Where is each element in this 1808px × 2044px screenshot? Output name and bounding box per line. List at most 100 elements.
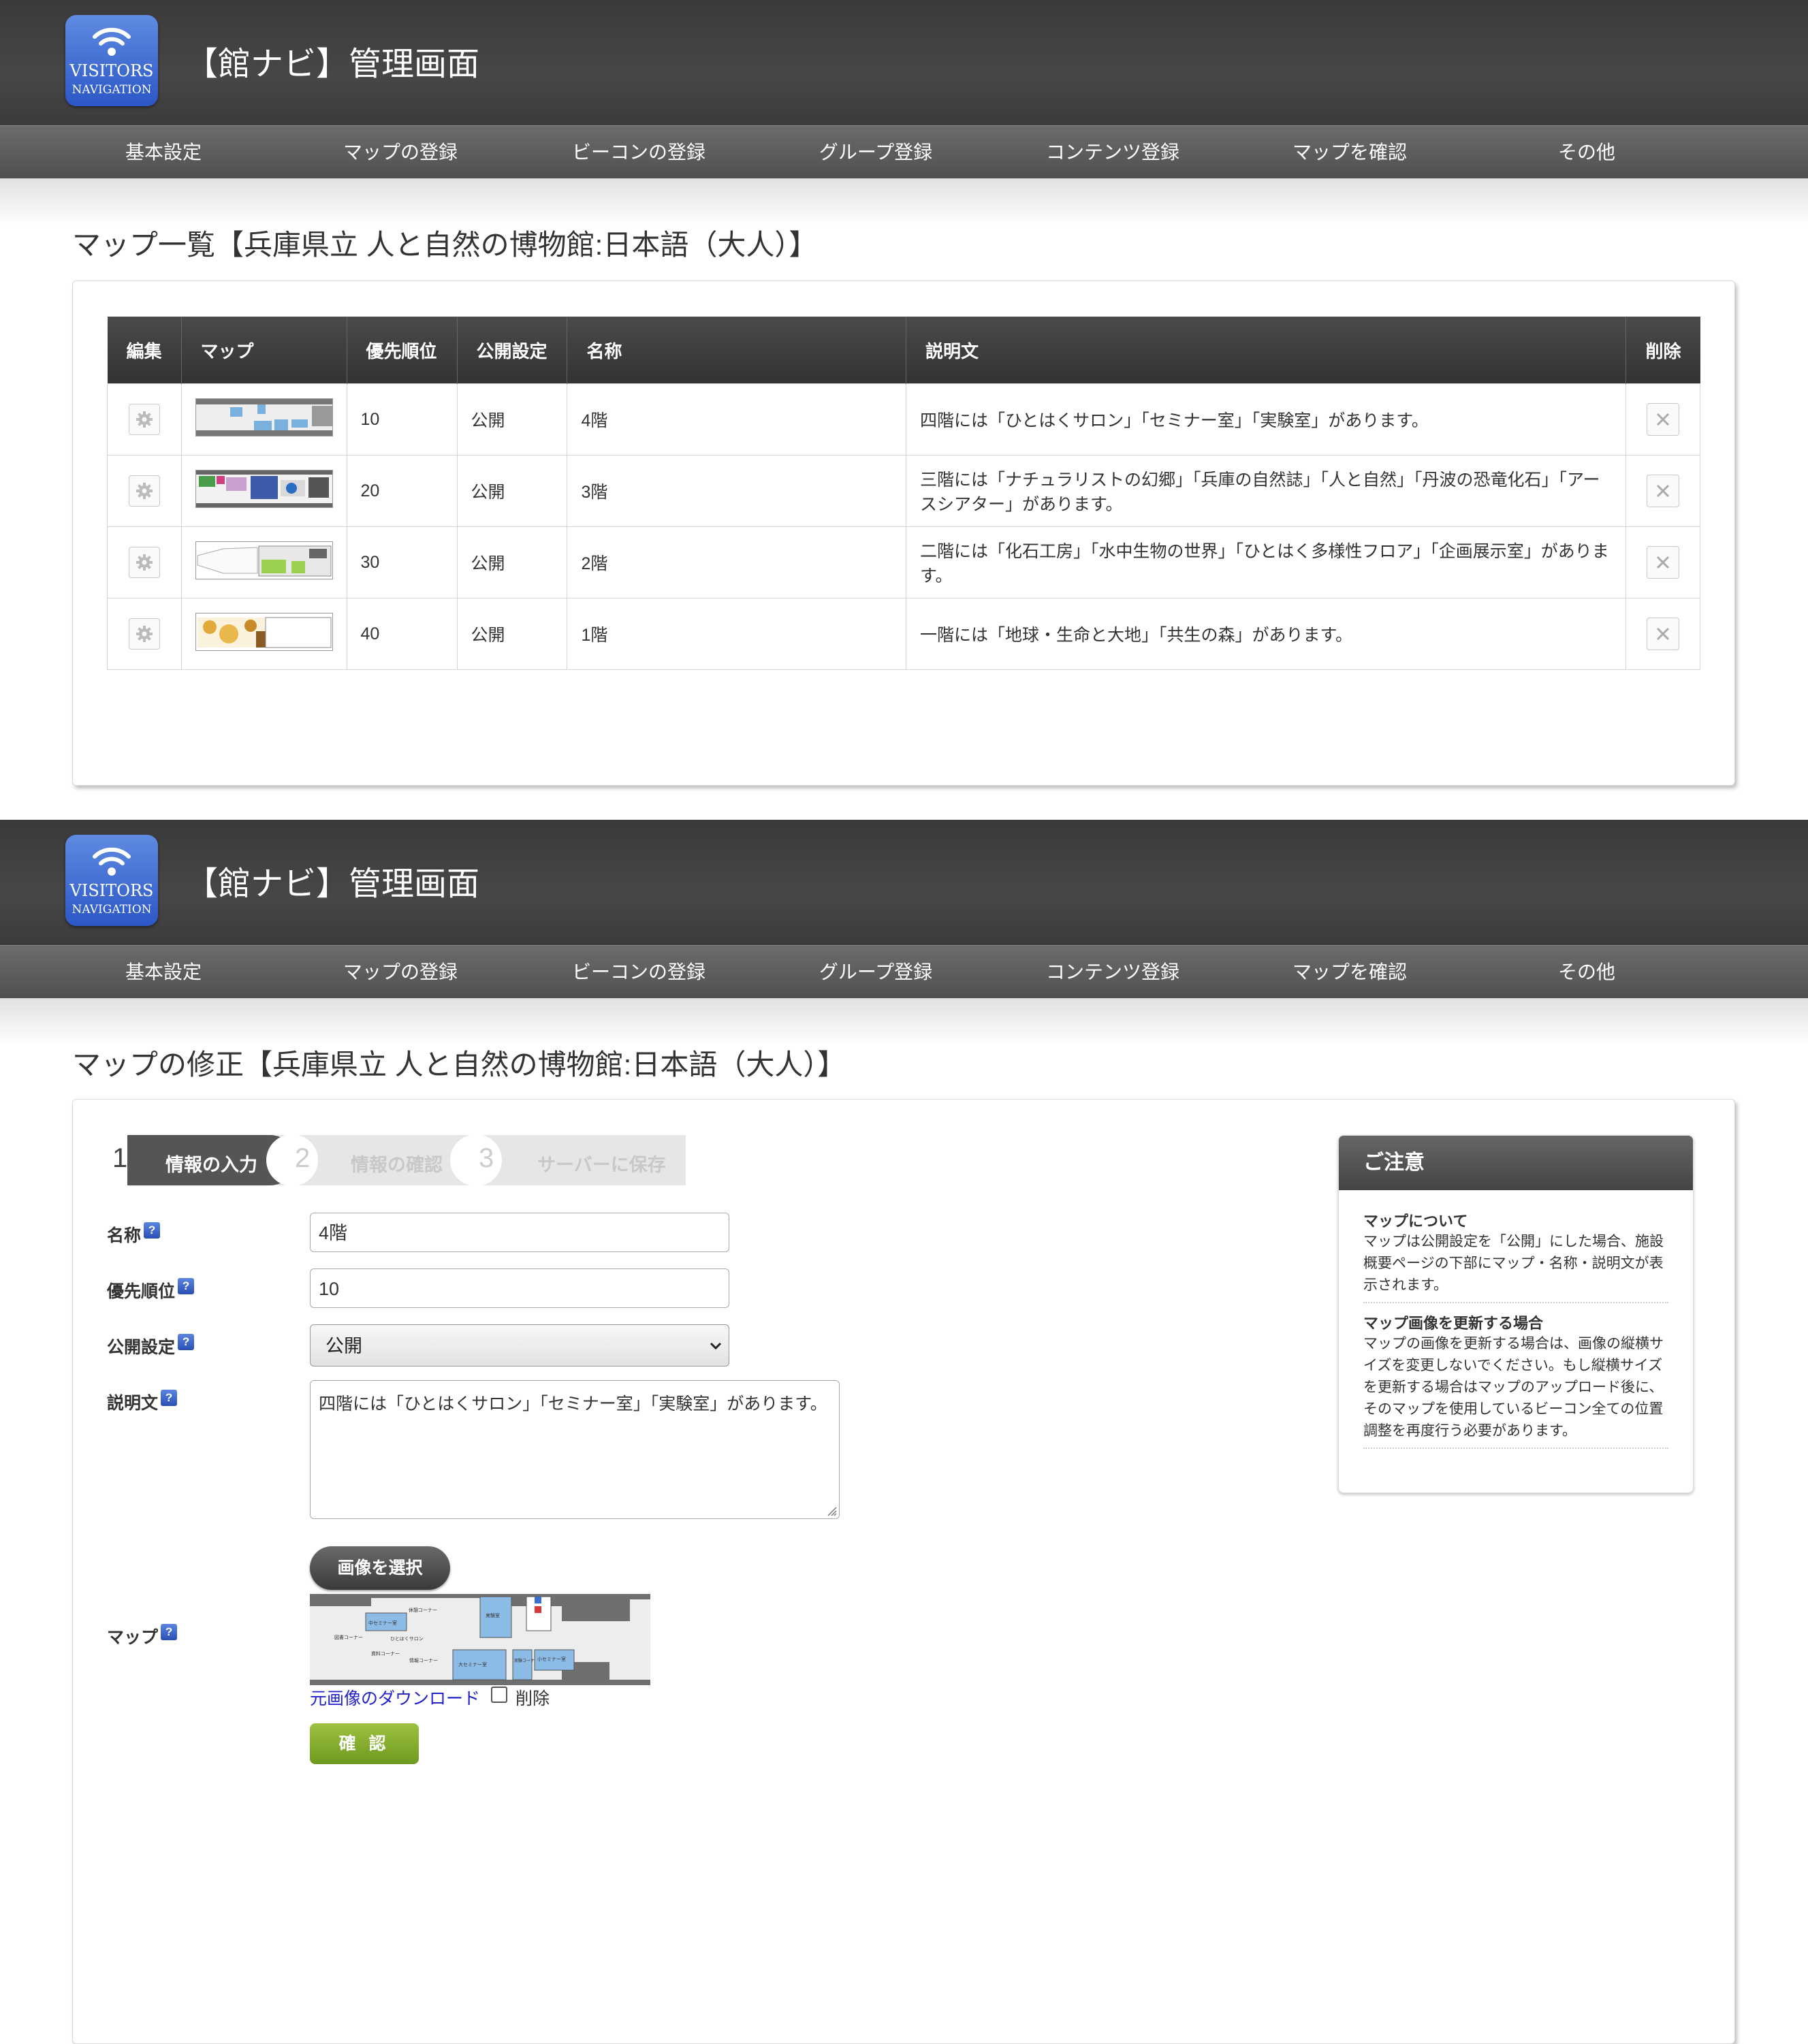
wifi-icon [93, 847, 131, 876]
col-header-map: マップ [181, 317, 347, 384]
help-icon[interactable]: ? [144, 1222, 161, 1239]
edit-button[interactable] [128, 618, 160, 650]
nav-other[interactable]: その他 [1471, 126, 1702, 179]
step-2-label: 情報の確認 [351, 1155, 443, 1175]
help-icon[interactable]: ? [161, 1624, 178, 1640]
col-header-delete: 削除 [1625, 317, 1700, 384]
download-original-link[interactable]: 元画像のダウンロード [310, 1685, 480, 1710]
select-image-button[interactable]: 画像を選択 [310, 1546, 450, 1590]
map-edit-panel: 1 情報の入力 2 情報の確認 3 サーバーに保存 名称? 4階 優先順位? 1… [72, 1099, 1735, 2044]
status-select[interactable]: 公開 [310, 1324, 729, 1367]
nav-basic-settings[interactable]: 基本設定 [48, 126, 279, 179]
nav-content-register[interactable]: コンテンツ登録 [997, 946, 1228, 999]
nav-group-register[interactable]: グループ登録 [760, 126, 992, 179]
name-input[interactable]: 4階 [310, 1213, 729, 1252]
step-3-label: サーバーに保存 [537, 1155, 666, 1175]
name-cell: 3階 [567, 455, 907, 527]
app-header: VISITORS NAVIGATION 【館ナビ】管理画面 [0, 820, 1808, 945]
nav-content-register[interactable]: コンテンツ登録 [997, 126, 1228, 179]
confirm-button[interactable]: 確 認 [310, 1723, 419, 1764]
notice-item-title: マップ画像を更新する場合 [1363, 1315, 1544, 1332]
nav-map-register[interactable]: マップの登録 [285, 946, 516, 999]
description-label: 説明文? [107, 1390, 178, 1414]
nav-basic-settings[interactable]: 基本設定 [48, 946, 279, 999]
map-thumbnail-3f [195, 469, 333, 508]
delete-button[interactable] [1647, 403, 1680, 436]
priority-cell: 40 [346, 598, 458, 670]
logo-text-navigation: NAVIGATION [72, 903, 152, 916]
col-header-status: 公開設定 [457, 317, 568, 384]
priority-input[interactable]: 10 [310, 1268, 729, 1308]
table-header-row: 編集 マップ 優先順位 公開設定 名称 説明文 削除 [107, 317, 1700, 384]
edit-button[interactable] [128, 547, 160, 578]
name-cell: 1階 [567, 598, 907, 670]
nav-group-register[interactable]: グループ登録 [760, 946, 992, 999]
notice-item-title: マップについて [1363, 1213, 1468, 1230]
delete-button[interactable] [1647, 618, 1680, 650]
nav-map-check[interactable]: マップを確認 [1234, 946, 1465, 999]
priority-cell: 20 [346, 455, 458, 527]
nav-beacon-register[interactable]: ビーコンの登録 [523, 946, 755, 999]
gear-icon [136, 554, 153, 571]
gear-icon [136, 411, 153, 428]
table-row: 30 公開 2階 二階には「化石工房」「水中生物の世界」「ひとはく多様性フロア」… [107, 526, 1700, 598]
logo-text-navigation: NAVIGATION [72, 83, 152, 97]
col-header-description: 説明文 [906, 317, 1627, 384]
delete-button[interactable] [1647, 475, 1680, 507]
table-row: 10 公開 4階 四階には「ひとはくサロン」「セミナー室」「実験室」があります。 [107, 383, 1700, 456]
status-cell: 公開 [456, 526, 568, 598]
app-logo[interactable]: VISITORS NAVIGATION [65, 835, 158, 926]
page-title: マップ一覧【兵庫県立 人と自然の博物館:日本語（大人）】 [72, 229, 818, 261]
help-icon[interactable]: ? [178, 1278, 195, 1294]
notice-box: ご注意 マップについて マップは公開設定を「公開」にした場合、施設概要ページの下… [1338, 1135, 1694, 1493]
close-icon [1657, 413, 1670, 426]
col-header-edit: 編集 [107, 317, 182, 384]
description-cell: 一階には「地球・生命と大地」「共生の森」があります。 [906, 598, 1627, 670]
nav-map-register[interactable]: マップの登録 [285, 126, 516, 179]
nav-other[interactable]: その他 [1471, 946, 1702, 999]
map-label-library: 図書コーナー [334, 1634, 363, 1640]
edit-button[interactable] [128, 475, 160, 507]
close-icon [1657, 627, 1670, 641]
delete-button[interactable] [1647, 546, 1680, 579]
name-cell: 2階 [567, 526, 907, 598]
main-nav: 基本設定 マップの登録 ビーコンの登録 グループ登録 コンテンツ登録 マップを確… [0, 125, 1808, 179]
edit-button[interactable] [128, 404, 160, 435]
close-icon [1657, 484, 1670, 498]
step-2-number: 2 [295, 1143, 311, 1173]
map-label-seminar-large: 大セミナー室 [458, 1661, 487, 1667]
status-cell: 公開 [456, 455, 568, 527]
map-label: マップ? [107, 1624, 178, 1648]
resize-handle-icon[interactable] [824, 1503, 838, 1517]
map-label-info: 情報コーナー [409, 1657, 438, 1663]
notice-title: ご注意 [1339, 1136, 1693, 1190]
map-preview-image: 中セミナー室 休憩コーナー 実験室 ひとはくサロン 図書コーナー 資料コーナー … [310, 1594, 650, 1685]
description-textarea[interactable]: 四階には「ひとはくサロン」「セミナー室」「実験室」があります。 [310, 1380, 840, 1519]
step-1-number: 1 [112, 1143, 128, 1173]
app-title: 【館ナビ】管理画面 [185, 46, 480, 82]
logo-text-visitors: VISITORS [69, 61, 154, 80]
status-label: 公開設定? [107, 1334, 195, 1358]
map-label-seminar-small: 小セミナー室 [537, 1656, 566, 1662]
app-logo[interactable]: VISITORS NAVIGATION [65, 15, 158, 106]
wifi-icon [93, 27, 131, 56]
notice-item-text: マップの画像を更新する場合は、画像の縦横サイズを変更しないでください。もし縦横サ… [1363, 1333, 1668, 1449]
app-header: VISITORS NAVIGATION 【館ナビ】管理画面 [0, 0, 1808, 125]
status-cell: 公開 [456, 383, 568, 456]
help-icon[interactable]: ? [161, 1390, 178, 1406]
map-table: 編集 マップ 優先順位 公開設定 名称 説明文 削除 10 公開 4階 四階には… [107, 317, 1700, 670]
description-cell: 二階には「化石工房」「水中生物の世界」「ひとはく多様性フロア」「企画展示室」があ… [906, 526, 1627, 598]
priority-cell: 30 [346, 526, 458, 598]
col-header-name: 名称 [567, 317, 907, 384]
nav-beacon-register[interactable]: ビーコンの登録 [523, 126, 755, 179]
notice-item-text: マップは公開設定を「公開」にした場合、施設概要ページの下部にマップ・名称・説明文… [1363, 1231, 1668, 1303]
map-label-salon: ひとはくサロン [390, 1636, 424, 1642]
priority-label: 優先順位? [107, 1278, 195, 1303]
delete-checkbox[interactable] [491, 1687, 507, 1703]
status-cell: 公開 [456, 598, 568, 670]
help-icon[interactable]: ? [178, 1334, 195, 1350]
table-row: 40 公開 1階 一階には「地球・生命と大地」「共生の森」があります。 [107, 598, 1700, 670]
priority-cell: 10 [346, 383, 458, 456]
nav-map-check[interactable]: マップを確認 [1234, 126, 1465, 179]
map-thumbnail-1f [195, 612, 333, 651]
